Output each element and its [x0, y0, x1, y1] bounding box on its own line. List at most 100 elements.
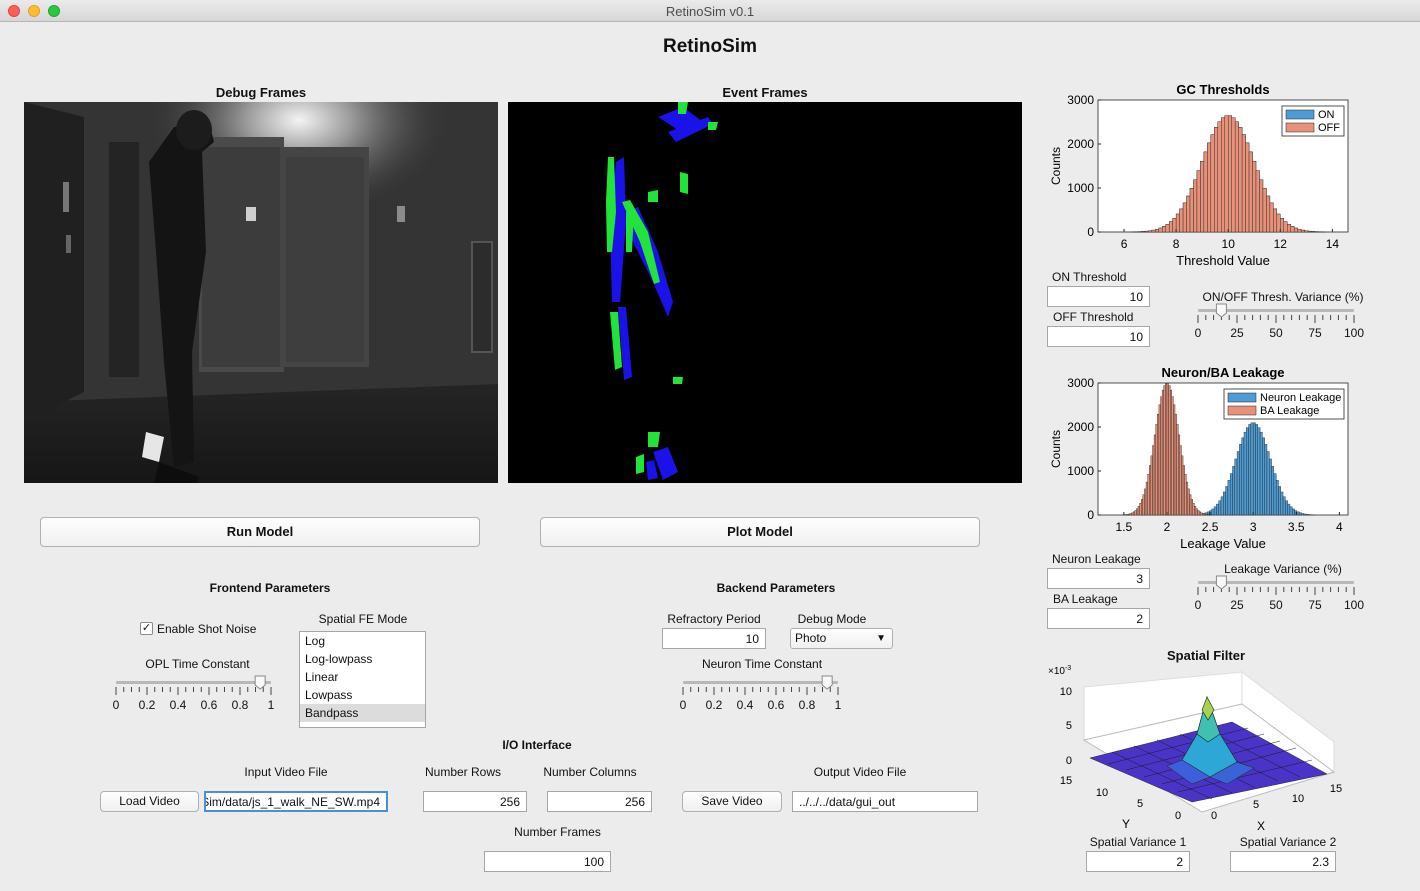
slider-tick-label: 0: [1195, 326, 1202, 340]
spatial-mode-option-selected[interactable]: Bandpass: [300, 704, 425, 722]
y-tick-label: 3000: [1067, 376, 1094, 390]
legend-label: OFF: [1318, 122, 1340, 134]
y-tick-label: 1000: [1067, 464, 1094, 478]
slider-tick-label: 0.8: [232, 698, 249, 712]
chart-title: Neuron/BA Leakage: [1161, 365, 1284, 380]
histogram-bar: [1155, 229, 1159, 233]
slider-tick-label: 75: [1308, 326, 1322, 340]
histogram-bar: [1147, 474, 1150, 516]
histogram-bar: [1196, 170, 1201, 233]
histogram-bar: [1287, 503, 1291, 516]
y-tick-label: 2000: [1067, 137, 1094, 151]
histogram-bar: [1182, 202, 1187, 233]
slider-tick-label: 0.6: [768, 698, 785, 712]
spatial-variance-2-input[interactable]: 2.3: [1230, 851, 1336, 872]
refractory-period-label: Refractory Period: [667, 612, 761, 626]
histogram-bar: [1273, 473, 1277, 516]
histogram-bar: [1271, 466, 1275, 516]
event-frame-image: [508, 102, 1022, 483]
slider-tick-label: 75: [1308, 598, 1322, 612]
histogram-bar: [1259, 179, 1264, 233]
refractory-period-input[interactable]: 10: [662, 628, 766, 649]
y-tick-label: 5: [1137, 798, 1143, 810]
y-tick-label: 0: [1175, 810, 1181, 822]
histogram-bar: [1203, 151, 1208, 233]
shot-noise-checkbox[interactable]: ✓: [140, 622, 153, 635]
histogram-bar: [1168, 385, 1171, 516]
histogram-bar: [1175, 213, 1180, 233]
slider-tick-label: 0.8: [799, 698, 816, 712]
number-frames-input[interactable]: 100: [484, 851, 611, 872]
plot-model-button[interactable]: Plot Model: [540, 517, 980, 547]
spatial-mode-option[interactable]: Linear: [300, 668, 425, 686]
spatial-mode-option[interactable]: Log-lowpass: [300, 650, 425, 668]
histogram-bar: [1189, 188, 1194, 233]
histogram-bar: [1200, 512, 1203, 516]
ba-leakage-label: BA Leakage: [1053, 592, 1118, 606]
histogram-bar: [1273, 208, 1278, 233]
histogram-bar: [1228, 115, 1232, 233]
neuron-time-constant-slider[interactable]: 0 0.2 0.4 0.6 0.8 1: [675, 674, 850, 718]
z-exponent-label: ×10-3: [1048, 665, 1071, 677]
run-model-button[interactable]: Run Model: [40, 517, 480, 547]
histogram-bar: [1257, 427, 1261, 516]
spatial-fe-mode-listbox[interactable]: Log Log-lowpass Linear Lowpass Bandpass: [299, 631, 426, 728]
spatial-mode-option[interactable]: Log: [300, 632, 425, 650]
x-tick-label: 12: [1274, 237, 1288, 251]
histogram-bar: [1131, 512, 1134, 516]
y-axis-label: Counts: [1049, 147, 1063, 185]
histogram-bar: [1139, 503, 1142, 516]
debug-mode-value: Photo: [795, 631, 827, 645]
ba-leakage-input[interactable]: 2: [1047, 608, 1150, 629]
histogram-bar: [1168, 221, 1173, 233]
number-columns-input[interactable]: 256: [547, 791, 652, 812]
histogram-bar: [1150, 455, 1153, 516]
legend-label: Neuron Leakage: [1260, 392, 1341, 404]
input-video-file-input[interactable]: Sim/data/js_1_walk_NE_SW.mp4: [204, 791, 388, 812]
y-tick-label: 3000: [1067, 93, 1094, 107]
histogram-bar: [1276, 213, 1281, 233]
histogram-bar: [1280, 491, 1284, 516]
histogram-bar: [1166, 383, 1169, 516]
histogram-bar: [1163, 385, 1166, 516]
number-frames-label: Number Frames: [514, 825, 601, 839]
output-video-file-input[interactable]: ../../../data/gui_out: [792, 791, 978, 812]
histogram-bar: [1200, 161, 1205, 233]
x-tick-label: 0: [1211, 810, 1217, 822]
histogram-bar: [1155, 424, 1158, 516]
histogram-bar: [1153, 434, 1156, 516]
histogram-bar: [1229, 473, 1233, 516]
legend-label: ON: [1318, 109, 1335, 121]
histogram-bar: [1176, 424, 1179, 516]
histogram-bar: [1213, 506, 1217, 516]
thresh-variance-slider[interactable]: 0 25 50 75 100: [1190, 302, 1366, 346]
debug-mode-select[interactable]: Photo ▼: [790, 628, 893, 649]
on-threshold-input[interactable]: 10: [1047, 286, 1150, 307]
neuron-leakage-input[interactable]: 3: [1047, 568, 1150, 589]
slider-tick-label: 100: [1344, 326, 1364, 340]
histogram-bar: [1262, 437, 1265, 516]
load-video-button[interactable]: Load Video: [100, 791, 199, 812]
opl-time-constant-slider[interactable]: 0 0.2 0.4 0.6 0.8 1: [108, 674, 283, 718]
off-threshold-label: OFF Threshold: [1053, 310, 1134, 324]
shot-noise-label: Enable Shot Noise: [157, 622, 257, 636]
spatial-mode-option[interactable]: Lowpass: [300, 686, 425, 704]
save-video-button[interactable]: Save Video: [682, 791, 782, 812]
slider-tick-label: 1: [268, 698, 275, 712]
spatial-variance-2-label: Spatial Variance 2: [1239, 835, 1337, 849]
histogram-bar: [1173, 404, 1176, 516]
x-tick-label: 6: [1121, 237, 1128, 251]
histogram-bar: [1290, 226, 1295, 233]
number-rows-input[interactable]: 256: [423, 791, 527, 812]
off-threshold-input[interactable]: 10: [1047, 326, 1150, 347]
spatial-variance-1-input[interactable]: 2: [1086, 851, 1190, 872]
spatial-variance-1-label: Spatial Variance 1: [1089, 835, 1187, 849]
slider-tick-label: 0.2: [139, 698, 156, 712]
x-tick-label: 1.5: [1116, 520, 1133, 534]
leakage-variance-slider[interactable]: 0 25 50 75 100: [1190, 574, 1366, 618]
histogram-bar: [1141, 231, 1146, 233]
y-tick-label: 15: [1060, 775, 1072, 787]
histogram-bar: [1217, 121, 1222, 233]
z-tick-label: 0: [1066, 755, 1072, 767]
histogram-bar: [1248, 424, 1252, 516]
